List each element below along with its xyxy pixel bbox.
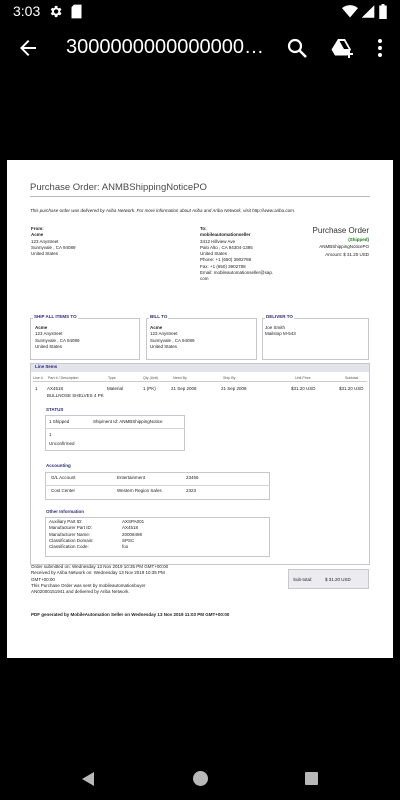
system-nav-bar — [0, 760, 400, 800]
bill-to-address: Acme 123 Anystreet Sunnyvale , CA 94089 … — [150, 325, 195, 349]
line-items-header-row: Line # Part # / Description Type Qty (Un… — [33, 376, 367, 382]
status-title: STATUS — [46, 407, 64, 412]
accounting-box — [45, 472, 270, 500]
from-label: From: — [31, 226, 44, 231]
po-status: (Shipped) — [348, 237, 369, 242]
settings-icon — [50, 5, 62, 18]
from-block: From: Acme 123 Anystreet Sunnyvale , CA … — [31, 226, 76, 257]
wifi-icon — [342, 5, 358, 18]
status-unconfirmed-qty: 1 — [49, 432, 52, 437]
signal-icon — [361, 5, 375, 18]
accounting-title: Accounting — [46, 463, 71, 468]
po-title: Purchase Order: ANMBShippingNoticePO — [30, 182, 207, 193]
status-divider — [45, 428, 185, 429]
deliver-to-header: DELIVER TO — [265, 314, 294, 319]
to-email: Email: mobileautomationseller@sap. — [200, 270, 274, 276]
search-icon[interactable] — [285, 36, 309, 60]
add-to-drive-icon[interactable] — [330, 36, 354, 60]
line-item-description: BULLNOSE SHELVES 4 PK — [47, 393, 104, 398]
bill-to-header: BILL TO — [149, 314, 169, 319]
battery-icon — [379, 4, 387, 19]
po-summary: Purchase Order (Shipped) ANMBShippingNot… — [313, 226, 369, 258]
status-unconfirmed-label: Unconfirmed — [49, 441, 75, 446]
to-label: To: — [200, 226, 207, 231]
status-shipment-id: Shipment Id: ANMBShippingNotice — [93, 419, 163, 424]
order-footer: Order submitted on: Wednesday 13 Nov 201… — [31, 564, 169, 595]
ship-to-header: SHIP ALL ITEMS TO — [33, 314, 78, 319]
to-email-cont: com — [200, 276, 209, 282]
more-vert-icon[interactable] — [368, 36, 392, 60]
back-arrow-icon[interactable] — [16, 36, 40, 60]
nav-recents-icon[interactable] — [305, 772, 318, 785]
title-divider — [30, 196, 370, 197]
accounting-divider — [45, 485, 270, 486]
other-info-title: Other Information — [46, 509, 84, 514]
ship-to-address: Acme 123 Anystreet Sunnyvale , CA 94089 … — [35, 325, 80, 349]
status-time: 3:03 — [13, 3, 41, 19]
generated-note: PDF generated by MobileAutomation Seller… — [31, 612, 230, 617]
deliver-to-address: Joe Smith Mailstop M-543 — [265, 325, 296, 337]
po-amount: Amount: $ 31.20 USD — [325, 251, 369, 257]
line-item-row: 1 AX4518 Material 1 (PK) 21 Sep 2008 21 … — [35, 386, 364, 391]
from-name: Acme — [31, 232, 44, 238]
po-number: ANMBShippingNoticePO — [319, 244, 369, 250]
app-bar: 3000000000000000000000000 — [0, 24, 400, 72]
sd-card-icon — [71, 4, 82, 19]
status-bar: 3:03 — [0, 0, 400, 24]
to-name: mobileautomationseller — [200, 232, 251, 238]
status-shipped-qty: 1 Shipped — [49, 419, 70, 424]
subtotal-value: $ 31.20 USD — [325, 577, 351, 582]
line-items-label: Line Items — [31, 364, 369, 372]
to-block: To: mobileautomationseller 3412 Hillview… — [200, 226, 273, 283]
other-info-values: AXSPA001 AX4518 20008498 SPSC foo — [122, 519, 145, 550]
nav-home-icon[interactable] — [193, 771, 208, 786]
nav-back-icon[interactable] — [82, 772, 94, 786]
from-line3: United States — [31, 251, 59, 257]
pdf-page[interactable]: Purchase Order: ANMBShippingNoticePO Thi… — [7, 160, 393, 658]
po-heading: Purchase Order — [312, 226, 369, 235]
other-info-labels: Auxiliary Part ID: Manufacturer Part ID:… — [49, 519, 94, 550]
document-title: 3000000000000000000000000 — [66, 36, 266, 58]
subtotal-label: Sub-total: — [293, 577, 313, 582]
intro-text: This purchase order was delivered by Ari… — [30, 208, 296, 213]
